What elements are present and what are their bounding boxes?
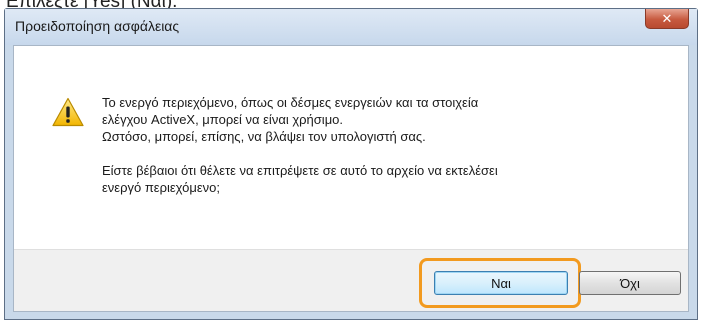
question-line: ενεργό περιεχόμενο;: [102, 180, 221, 195]
question-line: Είστε βέβαιοι ότι θέλετε να επιτρέψετε σ…: [102, 163, 498, 178]
dialog-titlebar: Προειδοποίηση ασφάλειας ✕: [5, 9, 697, 45]
yes-button[interactable]: Ναι: [434, 271, 568, 295]
dialog-body: Το ενεργό περιεχόμενο, όπως οι δέσμες εν…: [13, 45, 689, 312]
message-area: Το ενεργό περιεχόμενο, όπως οι δέσμες εν…: [14, 46, 688, 250]
no-button[interactable]: Όχι: [579, 271, 681, 295]
warning-icon: [52, 97, 84, 127]
dialog-title: Προειδοποίηση ασφάλειας: [15, 18, 180, 34]
message-line: Ωστόσο, μπορεί, επίσης, να βλάψει τον υπ…: [102, 129, 426, 144]
message-line: Το ενεργό περιεχόμενο, όπως οι δέσμες εν…: [102, 95, 479, 110]
message-line: ελέγχου ActiveX, μπορεί να είναι χρήσιμο…: [102, 112, 344, 127]
security-warning-dialog: Προειδοποίηση ασφάλειας ✕ Το ενεργό περι…: [4, 8, 698, 320]
warning-message: Το ενεργό περιεχόμενο, όπως οι δέσμες εν…: [102, 94, 662, 196]
close-button[interactable]: ✕: [645, 9, 689, 29]
close-icon: ✕: [661, 11, 673, 26]
